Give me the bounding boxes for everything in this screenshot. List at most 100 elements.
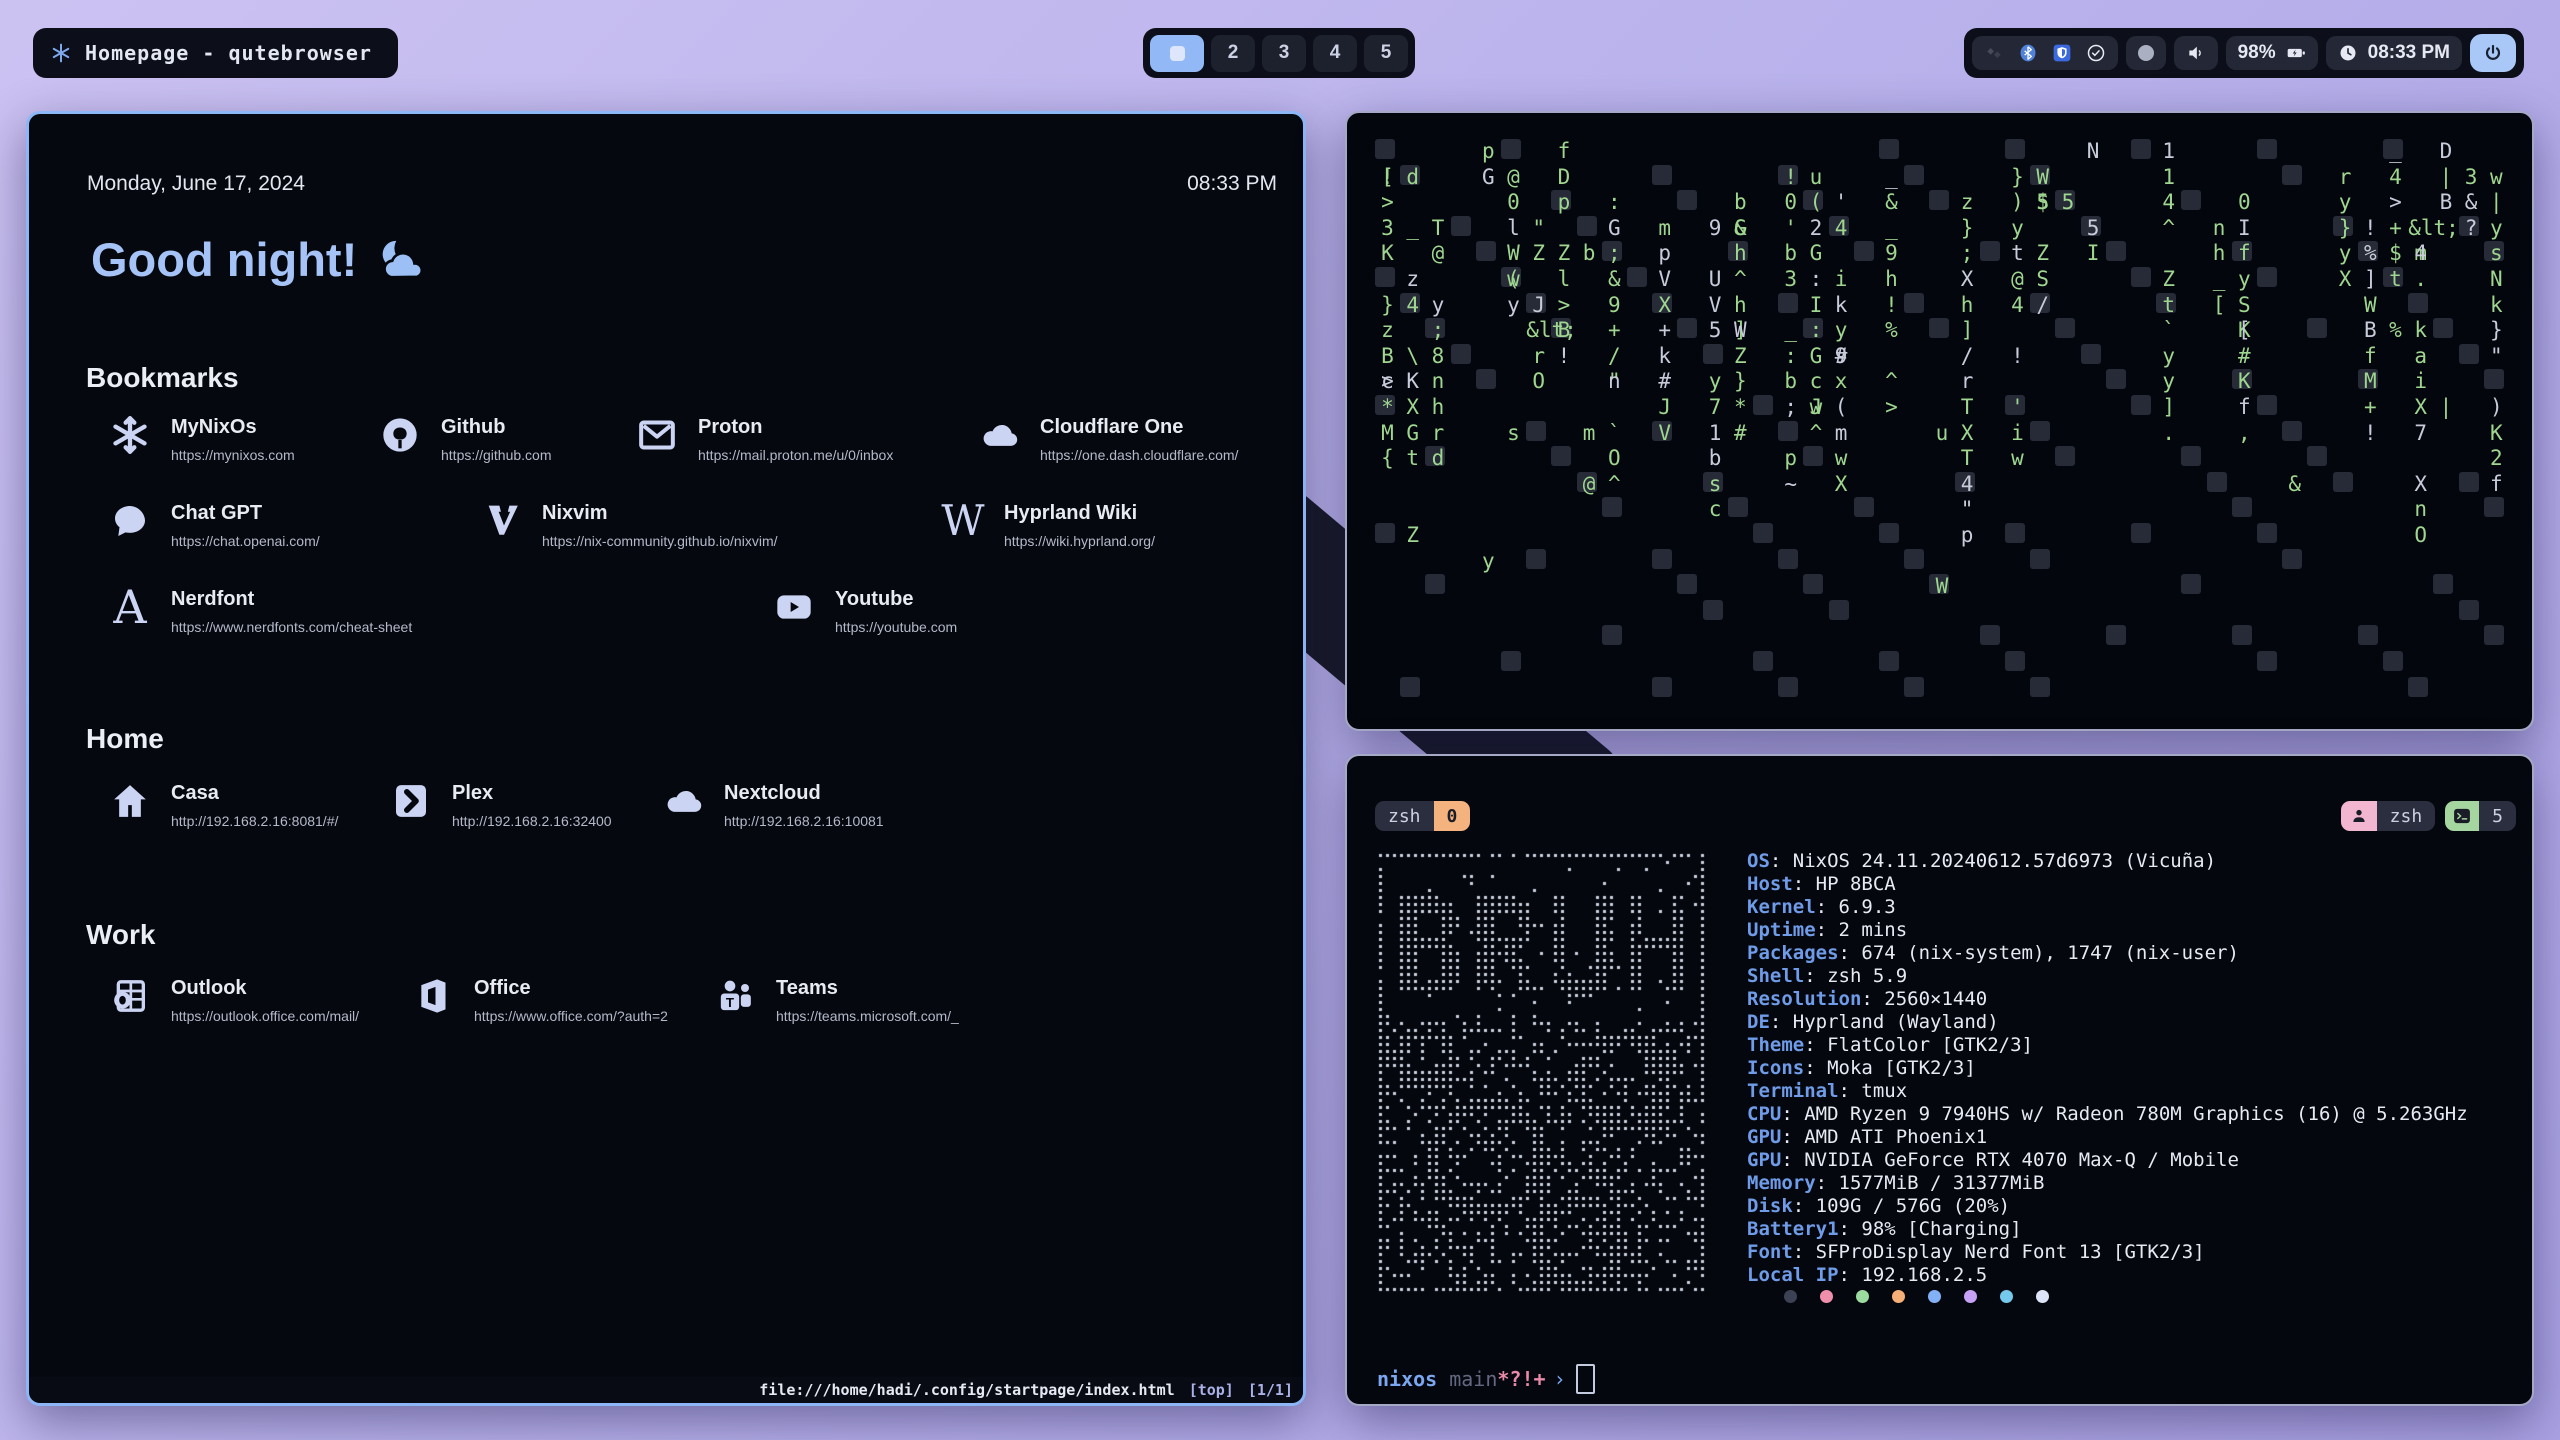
bookmark-name: Outlook [171,977,359,1000]
git-flags: *?!+ [1497,1367,1545,1391]
workspace-5[interactable]: 5 [1364,35,1408,72]
power-button[interactable] [2470,34,2516,72]
user-icon [2341,801,2377,831]
startpage: Monday, June 17, 2024 08:33 PM Good nigh… [29,114,1303,1403]
bookmark-url: https://wiki.hyprland.org/ [1004,533,1155,549]
workspace-3[interactable]: 3 [1262,35,1306,72]
fetch-info-line: CPU: AMD Ryzen 9 7940HS w/ Radeon 780M G… [1747,1103,2468,1126]
bookmark-link[interactable]: MyNixOs https://mynixos.com [109,414,295,463]
fetch-terminal-window[interactable]: zsh 0 zsh 5 OS: NixOS 24.11.20240612.57d… [1345,754,2534,1406]
tmux-session-left[interactable]: zsh 0 [1375,801,1470,831]
bookmark-name: Nixvim [542,502,778,525]
tmux-window-name: zsh [1375,801,1434,831]
bookmark-name: Github [441,416,552,439]
palette-color-dot [1928,1290,1941,1303]
bookmark-link[interactable]: T Teams https://teams.microsoft.com/_ [714,975,959,1024]
fastfetch-info: OS: NixOS 24.11.20240612.57d6973 (Vicuña… [1747,850,2468,1287]
outlook-icon [109,975,151,1017]
fetch-info-line: GPU: AMD ATI Phoenix1 [1747,1126,2468,1149]
fetch-info-line: Resolution: 2560×1440 [1747,988,2468,1011]
idle-dot-icon [2138,45,2154,61]
section-title-bookmarks: Bookmarks [86,362,239,394]
moon-cloud-icon [373,237,431,283]
bookmark-link[interactable]: Github https://github.com [379,414,552,463]
focused-window-title-widget[interactable]: Homepage - qutebrowser [33,28,398,78]
idle-inhibitor-button[interactable] [2126,36,2166,70]
bookmark-name: Office [474,977,668,1000]
fetch-info-line: Battery1: 98% [Charging] [1747,1218,2468,1241]
palette-color-dot [1820,1290,1833,1303]
fetch-info-line: Packages: 674 (nix-system), 1747 (nix-us… [1747,942,2468,965]
workspace-1[interactable] [1150,35,1204,72]
tmux-window-index: 0 [1434,801,1471,831]
bookmark-name: Plex [452,782,612,805]
check-circle-icon[interactable] [2086,43,2106,63]
startpage-date: Monday, June 17, 2024 [87,172,305,196]
bookmark-name: Nerdfont [171,588,412,611]
prompt-host: nixos [1377,1367,1437,1391]
palette-color-dot [1892,1290,1905,1303]
workspace-2[interactable]: 2 [1211,35,1255,72]
fetch-info-line: Uptime: 2 mins [1747,919,2468,942]
shell-prompt[interactable]: nixos main*?!+ › [1377,1364,1595,1394]
tmux-user-widget[interactable]: zsh [2341,801,2436,831]
bookmark-link[interactable]: A Nerdfont https://www.nerdfonts.com/che… [109,586,412,635]
fetch-info-line: Disk: 109G / 576G (20%) [1747,1195,2468,1218]
bookmark-link[interactable]: Office https://www.office.com/?auth=2 [412,975,668,1024]
fetch-info-line: Terminal: tmux [1747,1080,2468,1103]
fetch-info-line: Kernel: 6.9.3 [1747,896,2468,919]
statusbar-tab-counter: [1/1] [1248,1381,1293,1399]
bookmark-link[interactable]: Casa http://192.168.2.16:8081/#/ [109,780,338,829]
speaker-icon [2186,43,2206,63]
bookmark-link[interactable]: Outlook https://outlook.office.com/mail/ [109,975,359,1024]
tmux-count: 5 [2479,801,2516,831]
fastfetch-ascii-art [1377,852,1707,1292]
bookmark-link[interactable]: W Hyprland Wiki https://wiki.hyprland.or… [942,500,1155,549]
battery-widget[interactable]: 98% [2226,36,2318,70]
tmux-status-bar: zsh 0 zsh 5 [1375,800,2516,832]
palette-color-dot [2000,1290,2013,1303]
status-cluster: 98% 08:33 PM [1964,28,2524,78]
bookmark-url: https://youtube.com [835,619,957,635]
volume-button[interactable] [2174,36,2218,70]
kdeconnect-icon[interactable] [1984,43,2004,63]
bookmark-url: https://www.nerdfonts.com/cheat-sheet [171,619,412,635]
fetch-info-line: Shell: zsh 5.9 [1747,965,2468,988]
bookmark-url: https://mynixos.com [171,447,295,463]
bluetooth-icon[interactable] [2018,43,2038,63]
matrix-terminal-window[interactable]: !>3K}zB>*M{d_z4\KXGtT@y;8nhrdpG@0lWwy"ZJ… [1345,111,2534,731]
bookmark-link[interactable]: Proton https://mail.proton.me/u/0/inbox [636,414,893,463]
nix-snowflake-icon [109,414,151,456]
svg-text:T: T [726,995,734,1010]
plex-icon [390,780,432,822]
section-title-home: Home [86,723,164,755]
fetch-info-line: GPU: NVIDIA GeForce RTX 4070 Max-Q / Mob… [1747,1149,2468,1172]
bookmark-link[interactable]: Nextcloud http://192.168.2.16:10081 [662,780,884,829]
clock-widget[interactable]: 08:33 PM [2326,36,2462,70]
bitwarden-shield-icon[interactable] [2052,43,2072,63]
vim-icon [480,500,522,542]
fetch-info-line: DE: Hyprland (Wayland) [1747,1011,2468,1034]
terminal-color-palette [1784,1290,2049,1303]
bookmark-url: https://chat.openai.com/ [171,533,320,549]
nix-snowflake-icon [51,43,71,63]
bookmark-link[interactable]: Plex http://192.168.2.16:32400 [390,780,612,829]
qutebrowser-statusbar[interactable]: file:///home/hadi/.config/startpage/inde… [29,1377,1303,1403]
bookmark-link[interactable]: Chat GPT https://chat.openai.com/ [109,500,320,549]
bookmark-link[interactable]: Nixvim https://nix-community.github.io/n… [480,500,778,549]
statusbar-url: file:///home/hadi/.config/startpage/inde… [759,1381,1174,1399]
bookmark-name: Casa [171,782,338,805]
bookmark-url: https://www.office.com/?auth=2 [474,1008,668,1024]
bookmark-name: Nextcloud [724,782,884,805]
power-icon [2483,43,2503,63]
bookmark-link[interactable]: Youtube https://youtube.com [773,586,957,635]
bookmark-link[interactable]: Cloudflare One https://one.dash.cloudfla… [978,414,1238,463]
bookmark-url: https://teams.microsoft.com/_ [776,1008,959,1024]
bookmark-url: https://nix-community.github.io/nixvim/ [542,533,778,549]
tmux-session-counter[interactable]: 5 [2445,801,2516,831]
tmux-user: zsh [2377,801,2436,831]
terminal-icon [2445,801,2479,831]
workspace-4[interactable]: 4 [1313,35,1357,72]
startpage-clock: 08:33 PM [1187,172,1277,196]
office-icon [412,975,454,1017]
